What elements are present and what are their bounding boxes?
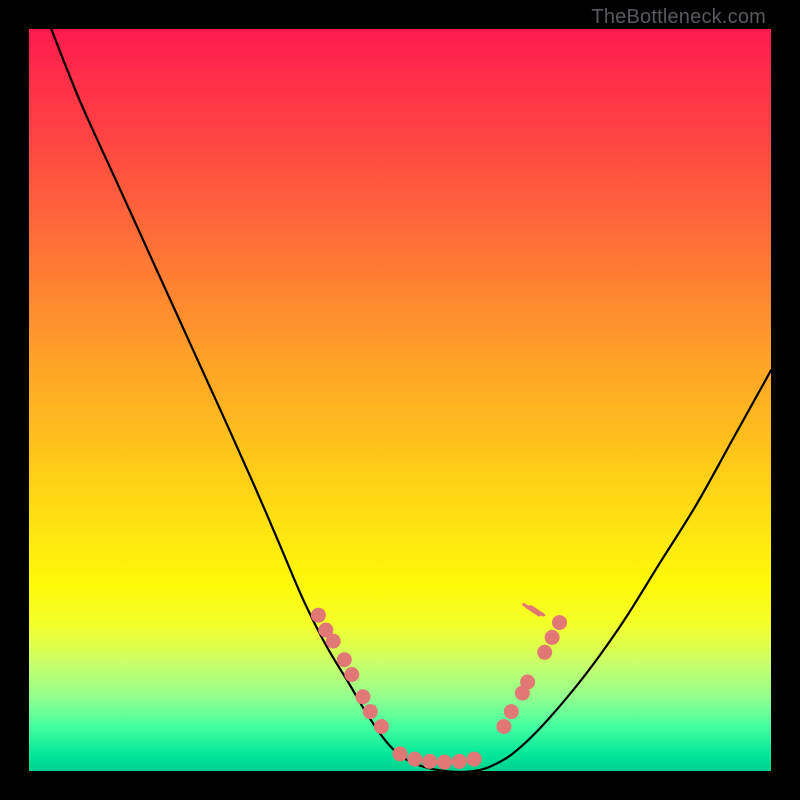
marker-dot xyxy=(504,704,519,719)
marker-dot xyxy=(344,667,359,682)
marker-dot xyxy=(537,645,552,660)
marker-dot xyxy=(326,634,341,649)
plot-area xyxy=(29,29,771,771)
marker-dot xyxy=(422,754,437,769)
marker-dot xyxy=(374,719,389,734)
marker-dot xyxy=(496,719,511,734)
marker-dot xyxy=(311,608,326,623)
marker-dot xyxy=(407,752,422,767)
data-markers xyxy=(311,608,567,770)
marker-dot xyxy=(452,754,467,769)
marker-dot xyxy=(393,746,408,761)
marker-dot xyxy=(437,755,452,770)
watermark-text: TheBottleneck.com xyxy=(591,6,766,29)
chart-svg xyxy=(29,29,771,771)
marker-dot xyxy=(467,752,482,767)
marker-dot xyxy=(337,652,352,667)
marker-dot xyxy=(520,675,535,690)
chart-frame: TheBottleneck.com xyxy=(0,0,800,800)
marker-dot xyxy=(545,630,560,645)
scratch-marks xyxy=(524,604,544,615)
marker-dot xyxy=(355,689,370,704)
marker-dot xyxy=(552,615,567,630)
bottleneck-curve xyxy=(51,29,771,771)
marker-dot xyxy=(363,704,378,719)
